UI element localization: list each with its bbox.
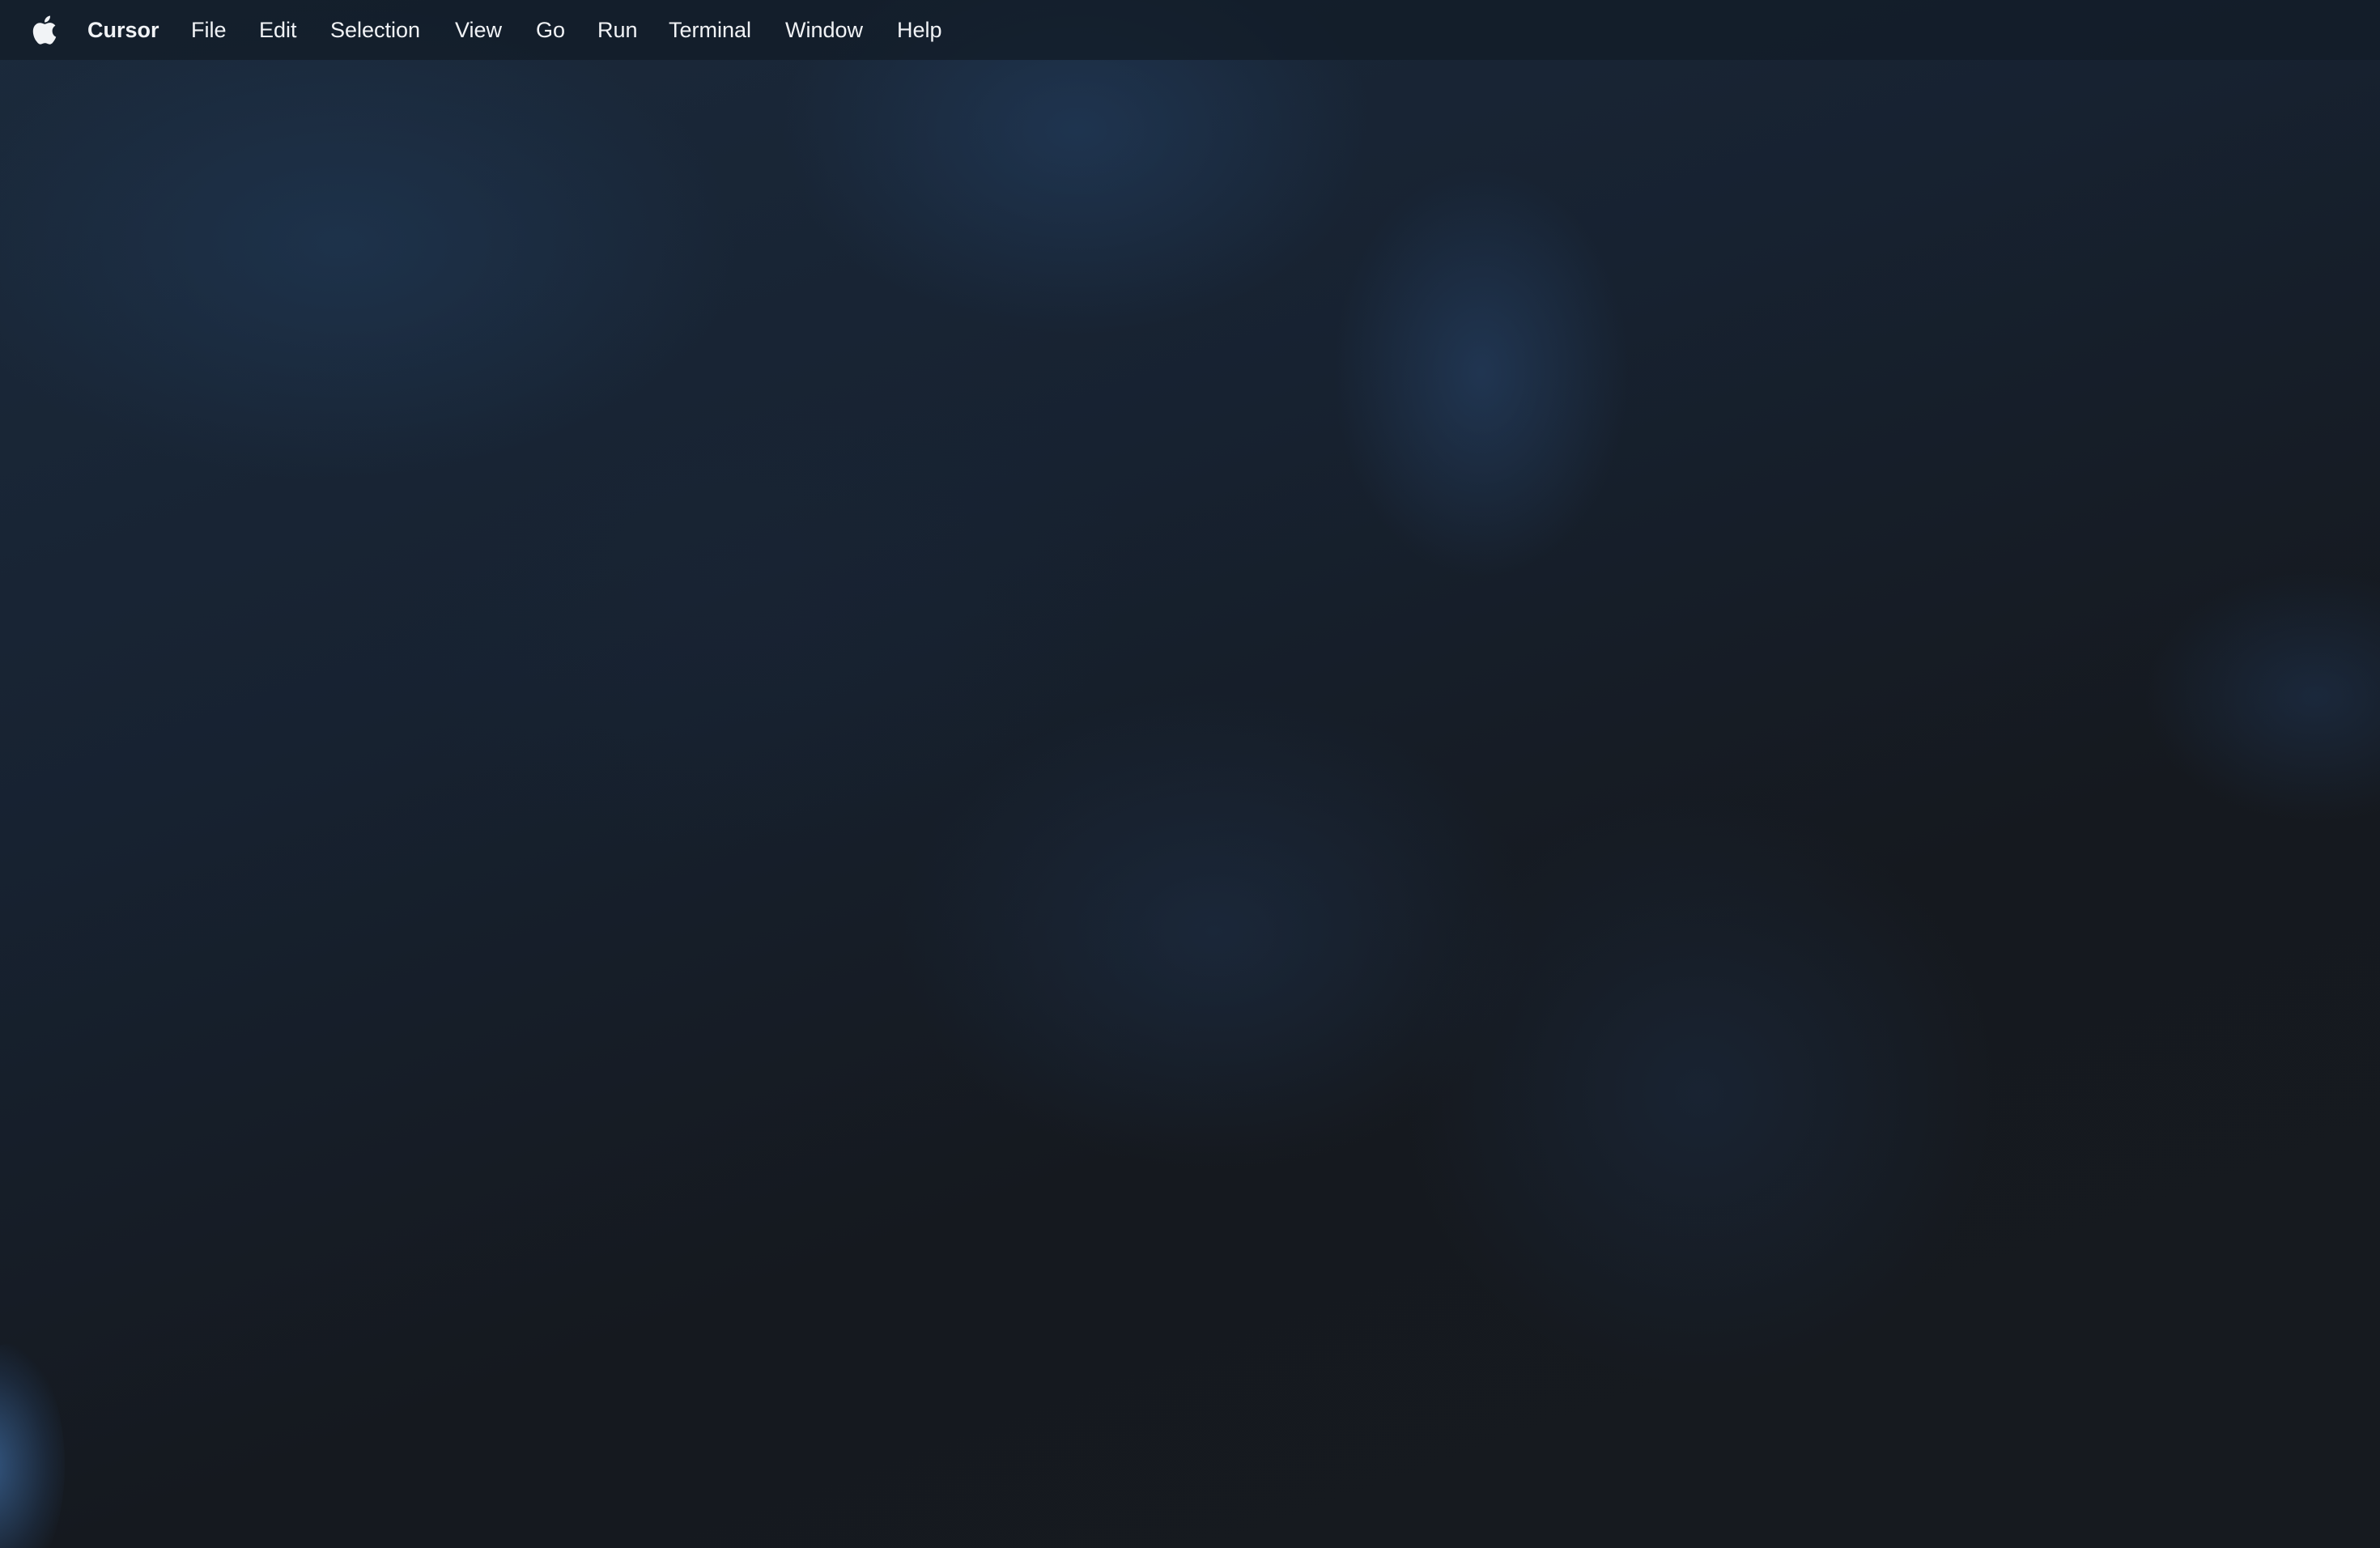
menu-view[interactable]: View bbox=[455, 0, 502, 60]
menu-terminal[interactable]: Terminal bbox=[669, 0, 751, 60]
menu-window[interactable]: Window bbox=[785, 0, 863, 60]
wallpaper-highlight bbox=[0, 1344, 65, 1548]
menu-selection[interactable]: Selection bbox=[330, 0, 420, 60]
menu-go[interactable]: Go bbox=[536, 0, 565, 60]
menu-file[interactable]: File bbox=[191, 0, 227, 60]
menu-edit[interactable]: Edit bbox=[259, 0, 297, 60]
apple-logo-icon[interactable] bbox=[31, 15, 57, 45]
menu-run[interactable]: Run bbox=[597, 0, 638, 60]
menu-bar: Cursor File Edit Selection View Go Run T… bbox=[0, 0, 2380, 60]
desktop-wallpaper bbox=[0, 0, 2380, 1548]
menu-app-cursor[interactable]: Cursor bbox=[87, 0, 159, 60]
menu-help[interactable]: Help bbox=[897, 0, 942, 60]
